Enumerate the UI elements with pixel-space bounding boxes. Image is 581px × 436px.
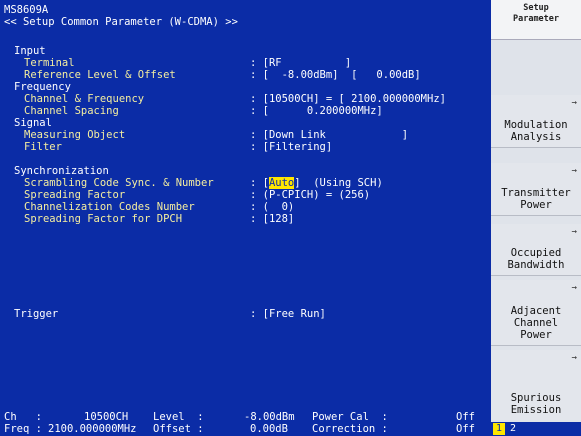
status-offset-label: Offset :	[153, 423, 204, 435]
scrambling-prefix: : [	[250, 177, 269, 189]
status-offset-value: 0.00dB	[250, 423, 288, 435]
softkey-occupied-bandwidth[interactable]: → Occupied Bandwidth	[491, 224, 581, 276]
softkey-label-line1: Modulation	[504, 119, 568, 131]
measuring-object-value[interactable]: : [Down Link ]	[250, 129, 408, 141]
parameter-panel: MS8609A << Setup Common Parameter (W-CDM…	[0, 0, 491, 436]
channelization-value[interactable]: : ( 0)	[250, 201, 294, 213]
spreading-value: : (P-CPICH) = (256)	[250, 189, 371, 201]
page-1-indicator[interactable]: 1	[493, 423, 505, 435]
page-2-indicator[interactable]: 2	[507, 423, 519, 435]
terminal-value[interactable]: : [RF ]	[250, 57, 351, 69]
status-power-cal-value: Off	[456, 411, 475, 423]
filter-label: Filter	[24, 141, 62, 153]
arrow-right-icon: →	[571, 283, 577, 293]
arrow-right-icon: →	[571, 227, 577, 237]
softkey-transmitter-power[interactable]: → Transmitter Power	[491, 163, 581, 216]
softkey-sidebar: Setup Parameter → Modulation Analysis → …	[491, 0, 581, 436]
scrambling-label: Scrambling Code Sync. & Number	[24, 177, 214, 189]
status-correction-value: Off	[456, 423, 475, 435]
softkey-label-line1: Transmitter	[501, 187, 571, 199]
arrow-right-icon: →	[571, 353, 577, 363]
arrow-right-icon: →	[571, 166, 577, 176]
softkey-label-line1: Spurious	[510, 392, 562, 404]
measuring-object-label: Measuring Object	[24, 129, 126, 141]
spreading-dpch-label: Spreading Factor for DPCH	[24, 213, 183, 225]
ref-level-label: Reference Level & Offset	[24, 69, 176, 81]
channel-freq-label: Channel & Frequency	[24, 93, 145, 105]
channel-spacing-value[interactable]: : [ 0.200000MHz]	[250, 105, 383, 117]
status-level-value: -8.00dBm	[244, 411, 295, 423]
channel-freq-value[interactable]: : [10500CH] = [ 2100.000000MHz]	[250, 93, 446, 105]
trigger-value[interactable]: : [Free Run]	[250, 308, 326, 320]
softkey-label-line2: Bandwidth	[507, 259, 565, 271]
softkey-label-line1: Adjacent	[510, 305, 562, 317]
terminal-label: Terminal	[24, 57, 75, 69]
softkey-label-line3: Power	[520, 329, 552, 341]
status-correction-label: Correction :	[312, 423, 388, 435]
model-label: MS8609A	[4, 4, 49, 16]
section-input: Input	[14, 45, 46, 57]
softkey-label-line2: Power	[520, 199, 552, 211]
status-freq-label: Freq :	[4, 423, 42, 435]
softkey-label-line2: Analysis	[510, 131, 562, 143]
spreading-dpch-value[interactable]: : [128]	[250, 213, 294, 225]
sidebar-title-line1: Setup	[523, 3, 549, 13]
section-synchronization: Synchronization	[14, 165, 109, 177]
softkey-spurious-emission[interactable]: → Spurious Emission	[491, 350, 581, 420]
section-frequency: Frequency	[14, 81, 71, 93]
sidebar-title-line2: Parameter	[512, 14, 560, 24]
status-ch-label: Ch :	[4, 411, 42, 423]
status-ch-value: 10500CH	[84, 411, 129, 423]
channel-spacing-label: Channel Spacing	[24, 105, 119, 117]
screen-title: << Setup Common Parameter (W-CDMA) >>	[4, 16, 238, 28]
softkey-modulation-analysis[interactable]: → Modulation Analysis	[491, 95, 581, 148]
scrambling-suffix: ] (Using SCH)	[294, 177, 383, 189]
channelization-label: Channelization Codes Number	[24, 201, 195, 213]
softkey-label-line2: Channel	[513, 317, 559, 329]
status-power-cal-label: Power Cal :	[312, 411, 388, 423]
status-freq-value: 2100.000000MHz	[48, 423, 137, 435]
arrow-right-icon: →	[571, 98, 577, 108]
scrambling-auto-cursor[interactable]: Auto	[268, 177, 295, 189]
status-level-label: Level :	[153, 411, 204, 423]
softkey-page-indicator: 1 2	[491, 422, 581, 436]
scrambling-value[interactable]: : [Auto] (Using SCH)	[250, 177, 383, 189]
softkey-label-line2: Emission	[510, 404, 562, 416]
trigger-label: Trigger	[14, 308, 59, 320]
softkey-label-line1: Occupied	[510, 247, 562, 259]
softkey-adjacent-channel-power[interactable]: → Adjacent Channel Power	[491, 280, 581, 346]
spreading-label: Spreading Factor	[24, 189, 126, 201]
filter-value[interactable]: : [Filtering]	[250, 141, 332, 153]
ref-level-value[interactable]: : [ -8.00dBm] [ 0.00dB]	[250, 69, 421, 81]
section-signal: Signal	[14, 117, 52, 129]
sidebar-title: Setup Parameter	[491, 0, 581, 40]
